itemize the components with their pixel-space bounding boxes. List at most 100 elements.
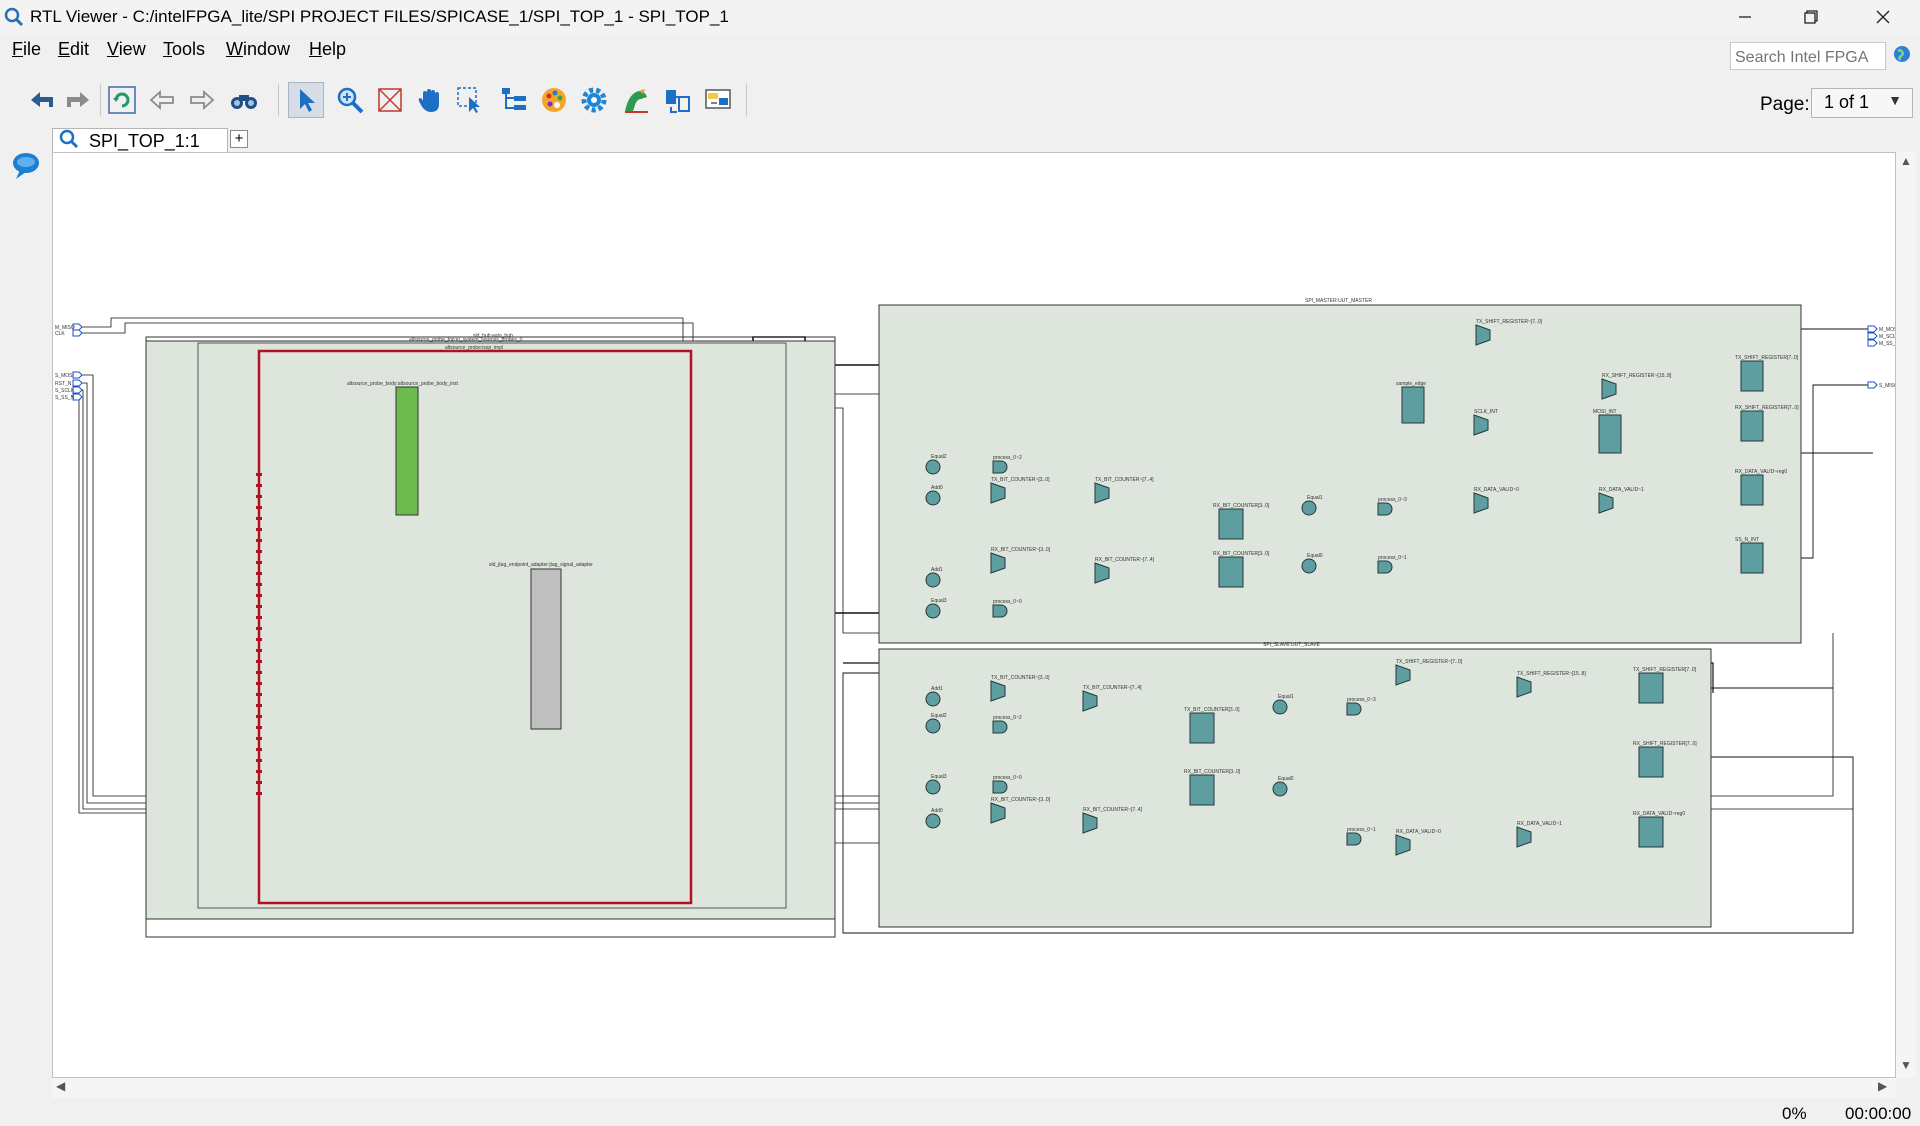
- slave-tx-bit-counter-hi-label: TX_BIT_COUNTER~[7..4]: [1083, 685, 1142, 691]
- bus-tick: [256, 737, 262, 740]
- slave-process-0-1-label: process_0~1: [1347, 827, 1376, 833]
- color-palette-button[interactable]: [536, 82, 572, 118]
- master-rx-data-valid-reg: [1740, 474, 1764, 506]
- input-port: [72, 329, 83, 337]
- pan-tool-button[interactable]: [412, 82, 448, 118]
- vertical-scrollbar[interactable]: ▲ ▼: [1896, 152, 1916, 1078]
- scroll-up-icon[interactable]: ▲: [1900, 154, 1912, 168]
- bus-tick: [256, 638, 262, 641]
- chevron-down-icon: ▼: [1888, 92, 1902, 108]
- adapter-label: sld_jtag_endpoint_adapter:jtag_signal_ad…: [489, 562, 593, 568]
- menu-help[interactable]: Help: [309, 39, 346, 60]
- area-select-icon: [457, 87, 480, 113]
- zoom-tool-button[interactable]: [332, 82, 368, 118]
- master-rx-bit-counter-reg: [1218, 508, 1244, 540]
- minimize-button[interactable]: [1716, 0, 1774, 34]
- scroll-left-icon[interactable]: ◀: [56, 1079, 65, 1093]
- slave-rx-data-valid-1-label: RX_DATA_VALID~1: [1517, 821, 1562, 827]
- master-add1-label: Add1: [931, 567, 943, 573]
- bus-tick: [256, 704, 262, 707]
- area-select-button[interactable]: [452, 82, 488, 118]
- slave-process-0-0: [992, 780, 1008, 794]
- forward-button[interactable]: [60, 82, 96, 118]
- export-button[interactable]: [660, 82, 696, 118]
- menu-edit[interactable]: Edit: [58, 39, 89, 60]
- master-rx-shift-mux-label: RX_SHIFT_REGISTER~[15..8]: [1602, 373, 1672, 379]
- hierarchy-button[interactable]: [496, 82, 532, 118]
- slave-add1-label: Add1: [931, 686, 943, 692]
- master-process-0-2: [992, 460, 1008, 474]
- adapter-block: [530, 568, 562, 730]
- status-bar: 0% 00:00:00: [0, 1098, 1920, 1126]
- scroll-down-icon[interactable]: ▼: [1900, 1058, 1912, 1072]
- slave-equal3-label: Equal3: [931, 774, 947, 780]
- output-port-label: M_SS_N: [1879, 341, 1896, 347]
- restore-button[interactable]: [1782, 0, 1840, 34]
- master-mosi-int-label: MOSI_INT: [1593, 409, 1617, 415]
- refresh-icon: [108, 86, 136, 114]
- go-forward-button[interactable]: [184, 82, 220, 118]
- bus-tick: [256, 473, 262, 476]
- issp-label: altsource_probe:issp_impl: [445, 345, 503, 351]
- filter-icon: [705, 89, 731, 109]
- slave-equal2: [925, 718, 941, 734]
- master-rx-bit-counter-hi-label: RX_BIT_COUNTER~[7..4]: [1095, 557, 1155, 563]
- slave-tx-shift-mux-hi-label: TX_SHIFT_REGISTER~[15..8]: [1517, 671, 1586, 677]
- fit-to-window-button[interactable]: [372, 82, 408, 118]
- slave-process-0-3-label: process_0~3: [1347, 697, 1376, 703]
- netlist-button[interactable]: [618, 82, 654, 118]
- find-button[interactable]: [226, 82, 262, 118]
- tab-bar: SPI_TOP_1:1 +: [52, 126, 1920, 152]
- settings-button[interactable]: [576, 82, 612, 118]
- master-process-0-0: [992, 604, 1008, 618]
- output-port: [1867, 332, 1878, 340]
- master-tx-shift-reg: [1740, 360, 1764, 392]
- menu-tools[interactable]: Tools: [163, 39, 205, 60]
- input-port-label: CLK: [55, 331, 65, 337]
- add-tab-button[interactable]: +: [230, 130, 248, 148]
- bus-tick: [256, 495, 262, 498]
- master-sclk-int-label: SCLK_INT: [1474, 409, 1498, 415]
- slave-add0-label: Add0: [931, 808, 943, 814]
- tab-spi-top[interactable]: SPI_TOP_1:1: [52, 128, 228, 152]
- message-icon[interactable]: [10, 150, 42, 182]
- menu-view[interactable]: View: [107, 39, 146, 60]
- slave-tx-bit-counter-lo-label: TX_BIT_COUNTER~[3..0]: [991, 675, 1050, 681]
- search-input[interactable]: [1730, 42, 1886, 70]
- fit-icon: [378, 88, 402, 112]
- master-equal2-label: Equal2: [931, 454, 947, 460]
- master-tx-bit-counter-hi-label: TX_BIT_COUNTER~[7..4]: [1095, 477, 1154, 483]
- menu-window[interactable]: Window: [226, 39, 290, 60]
- select-tool-button[interactable]: [288, 82, 324, 118]
- filter-button[interactable]: [700, 82, 736, 118]
- menu-file[interactable]: File: [12, 39, 41, 60]
- master-equal3: [925, 603, 941, 619]
- scroll-right-icon[interactable]: ▶: [1878, 1079, 1887, 1093]
- master-sample-edge-label: sample_edge: [1396, 381, 1426, 387]
- hub-inner-block: [197, 342, 787, 909]
- export-icon: [666, 90, 690, 113]
- bus-tick: [256, 748, 262, 751]
- refresh-button[interactable]: [104, 82, 140, 118]
- slave-process-0-2: [992, 720, 1008, 734]
- horizontal-scrollbar[interactable]: ◀ ▶: [52, 1078, 1896, 1098]
- globe-icon[interactable]: [1893, 45, 1911, 63]
- slave-tx-bit-counter-reg-label: TX_BIT_COUNTER[3..0]: [1184, 707, 1240, 713]
- go-back-button[interactable]: [144, 82, 180, 118]
- schematic-canvas[interactable]: sld_hub:auto_hub altsource_probe_top:in_s…: [52, 152, 1896, 1078]
- master-equal0: [1301, 558, 1317, 574]
- hierarchy-icon: [502, 88, 526, 110]
- color-palette-icon: [542, 88, 566, 112]
- master-rx-data-valid-reg-label: RX_DATA_VALID~reg0: [1735, 469, 1787, 475]
- probe-body-label: altsource_probe_body:altsource_probe_bod…: [347, 381, 459, 387]
- close-button[interactable]: [1854, 0, 1912, 34]
- page-select[interactable]: 1 of 1 ▼: [1811, 88, 1913, 118]
- toolbar: [0, 76, 1920, 126]
- slave-equal2-label: Equal2: [931, 713, 947, 719]
- pan-icon: [418, 89, 439, 112]
- schematic-svg[interactable]: sld_hub:auto_hubaltsource_probe_top:in_s…: [53, 153, 1896, 1078]
- master-rx-shift-reg: [1740, 410, 1764, 442]
- slave-tx-shift-mux-lo-label: TX_SHIFT_REGISTER~[7..0]: [1396, 659, 1463, 665]
- back-button[interactable]: [24, 82, 60, 118]
- bus-tick: [256, 726, 262, 729]
